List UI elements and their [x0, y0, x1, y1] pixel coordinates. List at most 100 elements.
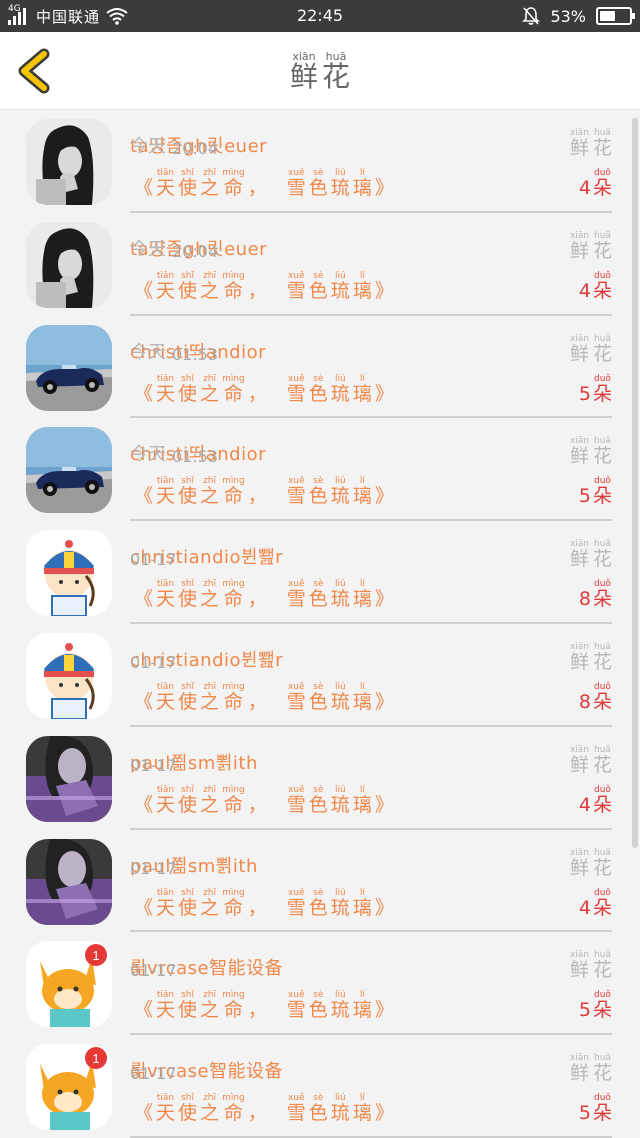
- gift-char: zhī 之: [200, 169, 219, 198]
- avatar[interactable]: [26, 632, 112, 719]
- gift-char: liú 琉: [331, 991, 350, 1020]
- list-item[interactable]: paul쬚sm뾝ith 01-17 xiān 鲜 huā 花《 tiān 天 shǐ 使 zhī 之 m…: [0, 830, 640, 933]
- gift-count: 4 duǒ 朵: [578, 271, 612, 302]
- comma: ，: [247, 279, 267, 302]
- hanzi: 璃: [352, 382, 372, 405]
- gift-char: zhī 之: [200, 1094, 219, 1123]
- hanzi: 之: [200, 690, 220, 713]
- list-item[interactable]: christi띄andior 今天 01:53 xiān 鲜 huā 花《 tiān 天 shǐ 使…: [0, 316, 640, 419]
- gift-char: sè 色: [309, 888, 328, 918]
- count-unit: duǒ 朵: [593, 785, 612, 815]
- avatar[interactable]: 1: [26, 1044, 112, 1131]
- list-item[interactable]: christiandio뷘뾆r 01-17 xiān 鲜 huā 花《 tiān 天 shǐ 使 z…: [0, 521, 640, 624]
- gift-char: sè 色: [309, 991, 328, 1020]
- hanzi: 使: [178, 793, 198, 816]
- gift-count: 5 duǒ 朵: [579, 991, 612, 1020]
- hanzi: 琉: [330, 690, 350, 713]
- gift-char: zhī 之: [200, 991, 219, 1020]
- avatar[interactable]: [26, 119, 112, 205]
- gift-name: 《 tiān 天 shǐ 使 zhī 之 mìng 命， xuě 雪 sè 色 liú 琉 lí 璃》: [134, 271, 394, 302]
- hanzi: 使: [178, 690, 198, 713]
- gift-char: lí 璃: [353, 1094, 372, 1123]
- gift-char: xuě 雪: [287, 169, 306, 198]
- hanzi: 天: [156, 896, 176, 919]
- hanzi: 色: [308, 279, 328, 302]
- gift-char: xuě 雪: [287, 1094, 306, 1123]
- list-item[interactable]: ta땽즘gh릿euer 今天 20:04 xiān 鲜 huā 花《 tiān 天 shǐ 使 zhī…: [0, 213, 640, 316]
- gift-char: sè 色: [309, 477, 328, 506]
- bracket-open: 《: [134, 279, 154, 302]
- list-item[interactable]: 1 뢺vrcase智能设备 01-17 xiān 鲜 huā 花《 tiān 天 shǐ 使 zhī 之…: [0, 932, 640, 1036]
- list-item[interactable]: ta땽즘gh릿euer 今天 20:04 xiān 鲜 huā 花《 tiān 天 shǐ 使 zhī…: [0, 110, 640, 213]
- hanzi: 命: [223, 793, 243, 816]
- list-item[interactable]: 1 뢺vrcase智能设备 01-17 xiān 鲜 huā 花《 tiān 天 shǐ 使 zhī 之…: [0, 1035, 640, 1138]
- hanzi: 命: [223, 588, 243, 611]
- item-content: 뢺vrcase智能设备 01-17 xiān 鲜 huā 花《 tiān 天 shǐ 使 zhī 之 m…: [130, 932, 612, 1036]
- avatar[interactable]: [26, 530, 112, 617]
- gift-char: mìng 命: [222, 991, 245, 1020]
- hanzi: 璃: [352, 588, 372, 611]
- list-item[interactable]: paul쬚sm뾝ith 01-17 xiān 鲜 huā 花《 tiān 天 shǐ 使 zhī 之 m…: [0, 727, 640, 830]
- hanzi: 鲜: [569, 1062, 589, 1085]
- day-label: 今天: [130, 444, 166, 466]
- item-content: ta땽즘gh릿euer 今天 20:04 xiān 鲜 huā 花《 tiān 天 shǐ 使 zhī…: [130, 110, 612, 213]
- gift-char: zhī 之: [200, 785, 219, 815]
- hanzi: 之: [200, 177, 220, 199]
- avatar[interactable]: 1: [26, 941, 112, 1028]
- hanzi: 色: [308, 177, 328, 199]
- gift-char: lí 璃: [352, 271, 372, 302]
- gift-char: xuě 雪: [287, 888, 306, 918]
- hanzi: 雪: [286, 588, 306, 611]
- gift-char: mìng 命: [222, 169, 245, 198]
- hanzi: 鲜: [569, 445, 589, 468]
- avatar[interactable]: [26, 735, 112, 822]
- gift-char: zhī 之: [200, 682, 220, 713]
- avatar[interactable]: [26, 324, 112, 411]
- hanzi: 雪: [286, 177, 306, 199]
- count-unit: duǒ 朵: [593, 580, 612, 609]
- gift-char: tiān 天: [156, 374, 175, 404]
- item-content: paul쬚sm뾝ith 01-17 xiān 鲜 huā 花《 tiān 天 shǐ 使 zhī 之 m…: [130, 727, 612, 830]
- hanzi: 使: [178, 279, 198, 302]
- gift-char: sè 色: [309, 580, 328, 609]
- hanzi: 璃: [352, 485, 372, 508]
- count-value: 4: [578, 279, 591, 302]
- time-value: 01-17: [130, 755, 177, 775]
- gift-name: 《 tiān 天 shǐ 使 zhī 之 mìng 命， xuě 雪 sè 色 liú 琉 lí 璃》: [134, 580, 394, 609]
- gift-char: zhī 之: [200, 888, 219, 918]
- avatar[interactable]: [26, 221, 112, 308]
- count-value: 5: [578, 382, 591, 405]
- hanzi: 天: [156, 793, 176, 816]
- gift-char: xuě 雪: [287, 682, 306, 712]
- hanzi: 鲜: [569, 137, 589, 159]
- hanzi: 天: [156, 177, 176, 199]
- gift-char: liú 琉: [331, 271, 350, 301]
- hanzi: 色: [308, 588, 328, 611]
- gift-type-char: xiān 鲜: [570, 642, 589, 672]
- gift-type-char: huā 花: [593, 1054, 612, 1083]
- list-item[interactable]: christi띄andior 今天 01:53 xiān 鲜 huā 花《 tiān 天 shǐ 使…: [0, 418, 640, 522]
- hanzi: 琉: [330, 999, 350, 1022]
- gift-char: tiān 天: [156, 682, 175, 712]
- hanzi: 使: [178, 382, 198, 405]
- hanzi: 花: [592, 445, 612, 468]
- scrollbar[interactable]: [632, 118, 638, 848]
- send-time: 01-17: [130, 859, 177, 878]
- comma: ，: [247, 793, 267, 816]
- hanzi: 琉: [330, 382, 350, 405]
- count-value: 5: [578, 485, 591, 508]
- gift-char: liú 琉: [330, 682, 350, 713]
- hanzi: 鲜: [569, 856, 589, 879]
- count-unit: duǒ 朵: [593, 682, 612, 712]
- hanzi: 璃: [352, 279, 372, 302]
- count-unit: duǒ 朵: [593, 169, 612, 198]
- gift-char: xuě 雪: [287, 374, 306, 404]
- list-item[interactable]: christiandio뷘뾆r 01-17 xiān 鲜 huā 花《 tiān 天 shǐ 使 z…: [0, 624, 640, 727]
- avatar[interactable]: [26, 427, 112, 514]
- hanzi: 鲜: [569, 959, 589, 982]
- hanzi: 鲜: [569, 548, 589, 571]
- gift-type-char: huā 花: [593, 129, 612, 158]
- count-unit: duǒ 朵: [593, 888, 612, 918]
- day-label: 今天: [130, 136, 166, 157]
- avatar[interactable]: [26, 838, 112, 925]
